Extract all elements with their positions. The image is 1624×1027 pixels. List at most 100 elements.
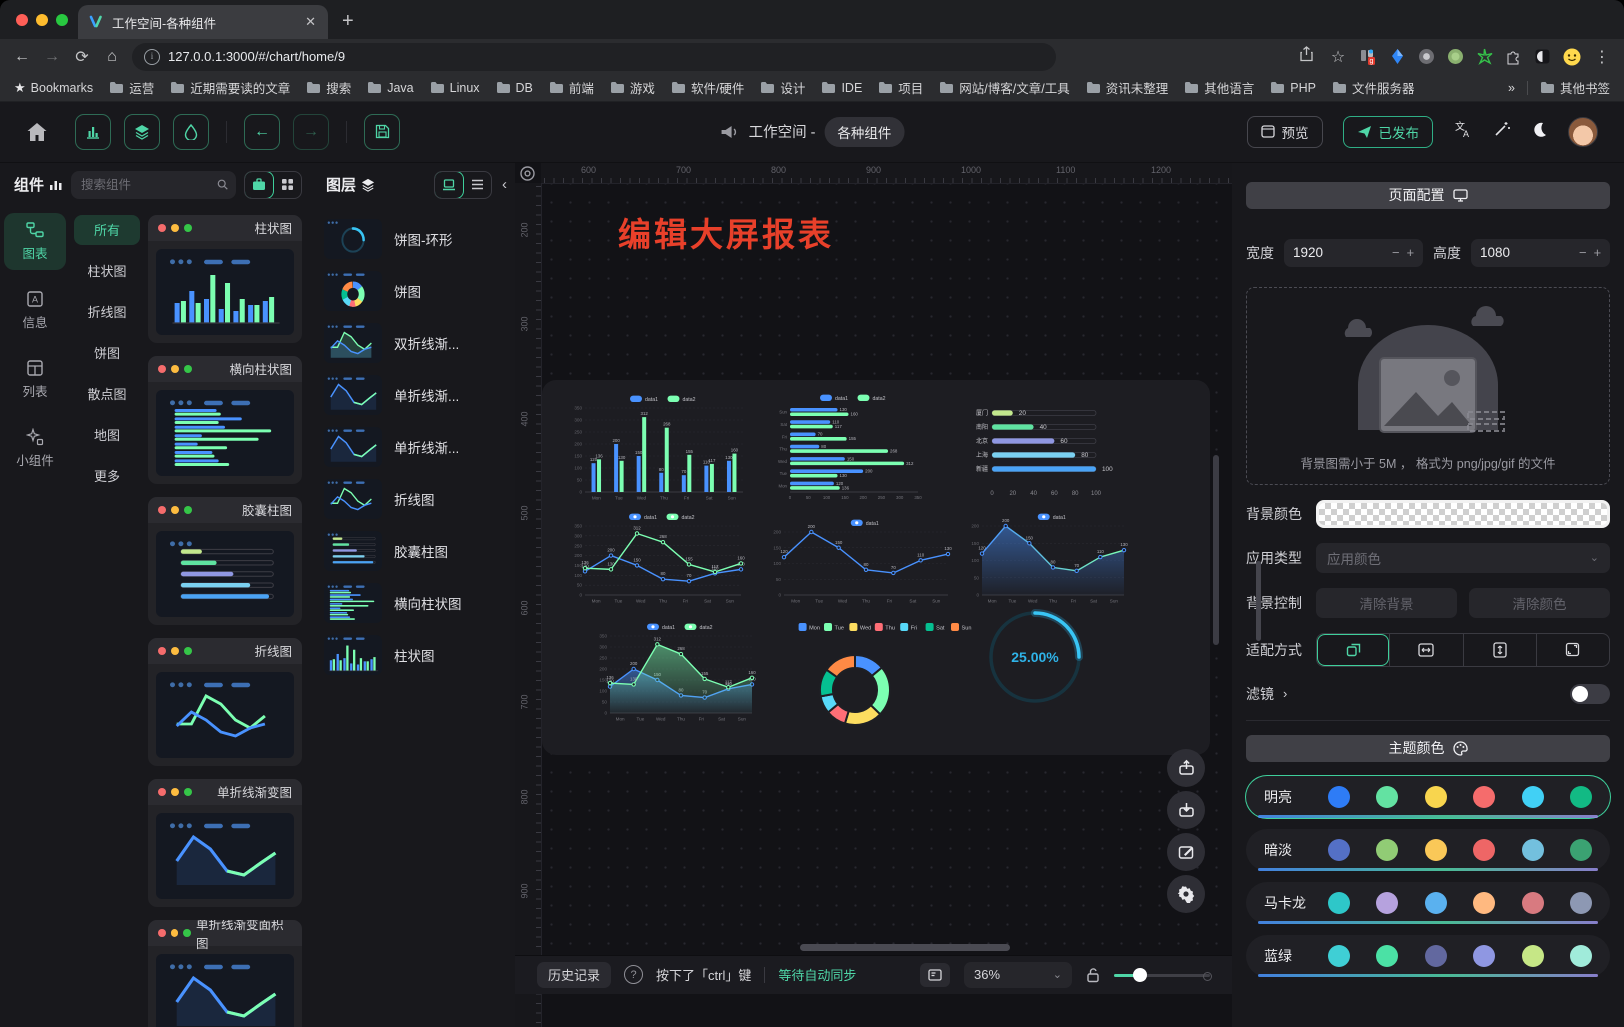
unlock-icon[interactable] <box>1086 967 1100 983</box>
bookmark-folder[interactable]: Java <box>367 78 413 97</box>
component-search-box[interactable] <box>71 171 236 199</box>
layers-thumbnail-view-toggle[interactable] <box>434 171 464 199</box>
clear-color-button[interactable]: 清除颜色 <box>1469 588 1610 618</box>
import-button[interactable] <box>1167 791 1205 829</box>
layer-item[interactable]: 双折线渐... <box>320 317 507 369</box>
height-stepper[interactable]: 1080 −+ <box>1471 239 1610 267</box>
user-avatar[interactable] <box>1568 117 1598 147</box>
magic-wand-icon[interactable] <box>1493 120 1511 143</box>
redo-button[interactable]: → <box>293 114 329 150</box>
zoom-select[interactable]: 36% ⌄ <box>964 962 1072 988</box>
fit-width-option[interactable] <box>1389 634 1462 666</box>
layer-item[interactable]: 横向柱状图 <box>320 577 507 629</box>
width-increment[interactable]: + <box>1406 245 1414 260</box>
category-item[interactable]: 所有 <box>74 215 140 245</box>
undo-button[interactable]: ← <box>244 114 280 150</box>
bookmark-folder[interactable]: 搜索 <box>306 78 351 97</box>
category-item[interactable]: 更多 <box>74 461 140 491</box>
bookmark-folder[interactable]: Linux <box>430 78 480 97</box>
fit-scale-option[interactable] <box>1317 634 1389 666</box>
extension-darkreader-icon[interactable] <box>1534 48 1551 65</box>
category-item[interactable]: 饼图 <box>74 338 140 368</box>
dashboard-chart-bar-horizontal[interactable]: data1data2Sun130160Sat110117Fri70155Thu8… <box>764 392 954 506</box>
slider-knob[interactable] <box>1133 968 1147 982</box>
profile-avatar-icon[interactable] <box>1563 48 1580 65</box>
layer-item[interactable]: 饼图-环形 <box>320 213 507 265</box>
layer-item[interactable]: 折线图 <box>320 473 507 525</box>
component-search-input[interactable] <box>79 177 211 193</box>
dashboard-chart-pie-donut[interactable]: MonTueWedThuFriSatSun <box>765 620 1005 738</box>
component-card[interactable]: 折线图 <box>148 638 302 766</box>
help-icon[interactable]: ? <box>624 965 643 984</box>
clear-background-button[interactable]: 清除背景 <box>1316 588 1457 618</box>
translate-icon[interactable]: 文A <box>1453 120 1473 143</box>
height-increment[interactable]: + <box>1593 245 1601 260</box>
export-button[interactable] <box>1167 749 1205 787</box>
tab-close-icon[interactable]: ✕ <box>303 14 318 30</box>
bookmark-folder[interactable]: DB <box>496 78 533 97</box>
theme-row[interactable]: 马卡龙 <box>1246 882 1610 924</box>
dashboard-chart-capsule[interactable]: 厦门20南阳40北京60上海80新疆100020406080100 <box>962 402 1126 498</box>
new-tab-button[interactable]: + <box>342 10 354 33</box>
canvas-vertical-scrollbar[interactable] <box>1213 455 1219 645</box>
bookmark-star-icon[interactable]: ☆ <box>1328 47 1348 67</box>
theme-row[interactable]: 明亮 <box>1246 776 1610 818</box>
filter-toggle[interactable] <box>1570 684 1610 704</box>
dark-mode-moon-icon[interactable] <box>1531 121 1548 143</box>
dashboard-preview[interactable]: 050100150200250300350MonTueWedThuFriSatS… <box>542 380 1210 755</box>
dashboard-chart-bar-grouped[interactable]: 050100150200250300350MonTueWedThuFriSatS… <box>565 392 747 504</box>
dashboard-chart-line-double[interactable]: 050100150200250300350MonTueWedThuFriSatS… <box>565 510 747 608</box>
app-home-icon[interactable] <box>26 122 48 142</box>
browser-tab[interactable]: 工作空间-各种组件 ✕ <box>78 5 328 39</box>
extension-puzzle-icon[interactable] <box>1505 48 1522 65</box>
component-card[interactable]: 单折线渐变图 <box>148 779 302 907</box>
other-bookmarks-folder[interactable]: 其他书签 <box>1540 78 1610 97</box>
layer-item[interactable]: 单折线渐... <box>320 369 507 421</box>
publish-button[interactable]: 已发布 <box>1343 116 1434 148</box>
extension-green-circle-icon[interactable] <box>1447 48 1464 65</box>
category-item[interactable]: 地图 <box>74 420 140 450</box>
component-card[interactable]: 单折线渐变面积图 <box>148 920 302 1027</box>
minimize-window-button[interactable] <box>36 14 48 26</box>
single-view-toggle[interactable] <box>244 171 274 199</box>
width-stepper[interactable]: 1920 −+ <box>1284 239 1423 267</box>
bookmark-folder[interactable]: 前端 <box>549 78 594 97</box>
editor-canvas[interactable]: 6007008009001000110012001300 20030040050… <box>515 163 1232 1027</box>
dashboard-chart-ring-progress[interactable]: 25.00% <box>975 592 1095 718</box>
back-icon[interactable]: ← <box>12 48 32 66</box>
height-decrement[interactable]: − <box>1579 245 1587 260</box>
chevron-right-icon[interactable]: › <box>1283 686 1287 701</box>
dashboard-chart-line-gradient-area[interactable]: 050100150200250300350MonTueWedThuFriSatS… <box>590 620 758 726</box>
bookmark-folder[interactable]: 文件服务器 <box>1332 78 1415 97</box>
canvas-horizontal-scrollbar[interactable] <box>800 944 1010 951</box>
app-type-select[interactable]: 应用颜色 ⌄ <box>1316 543 1610 573</box>
nav-item-list[interactable]: 列表 <box>4 351 66 408</box>
bookmark-folder[interactable]: 设计 <box>760 78 805 97</box>
extension-kite-icon[interactable] <box>1389 48 1406 65</box>
bookmark-folder[interactable]: 项目 <box>878 78 923 97</box>
bookmark-folder[interactable]: 游戏 <box>610 78 655 97</box>
panel-scrollbar[interactable] <box>1256 561 1261 641</box>
bookmark-folder[interactable]: 近期需要读的文章 <box>170 78 290 97</box>
fit-stretch-option[interactable] <box>1536 634 1609 666</box>
ruler-eye-icon[interactable] <box>519 165 536 182</box>
theme-row[interactable]: 暗淡 <box>1246 829 1610 871</box>
preview-button[interactable]: 预览 <box>1247 116 1323 148</box>
zoom-slider[interactable] <box>1114 968 1210 982</box>
extension-green-star-icon[interactable] <box>1476 48 1493 65</box>
width-decrement[interactable]: − <box>1392 245 1400 260</box>
bookmark-folder[interactable]: 软件/硬件 <box>671 78 744 97</box>
extension-password-icon[interactable]: g <box>1360 48 1377 65</box>
reload-icon[interactable]: ⟳ <box>72 47 92 67</box>
charts-panel-toggle-button[interactable] <box>75 114 111 150</box>
bookmark-folder[interactable]: 其他语言 <box>1184 78 1254 97</box>
bookmark-folder[interactable]: 运营 <box>109 78 154 97</box>
notes-panel-button[interactable] <box>920 963 950 987</box>
history-button[interactable]: 历史记录 <box>537 962 611 988</box>
category-item[interactable]: 散点图 <box>74 379 140 409</box>
bookmarks-manager[interactable]: ★ Bookmarks <box>14 80 93 96</box>
canvas-text-banner[interactable]: 编辑大屏报表 <box>618 208 834 256</box>
bg-color-swatch[interactable] <box>1316 500 1610 528</box>
project-name-badge[interactable]: 各种组件 <box>824 117 904 147</box>
save-button[interactable] <box>364 114 400 150</box>
